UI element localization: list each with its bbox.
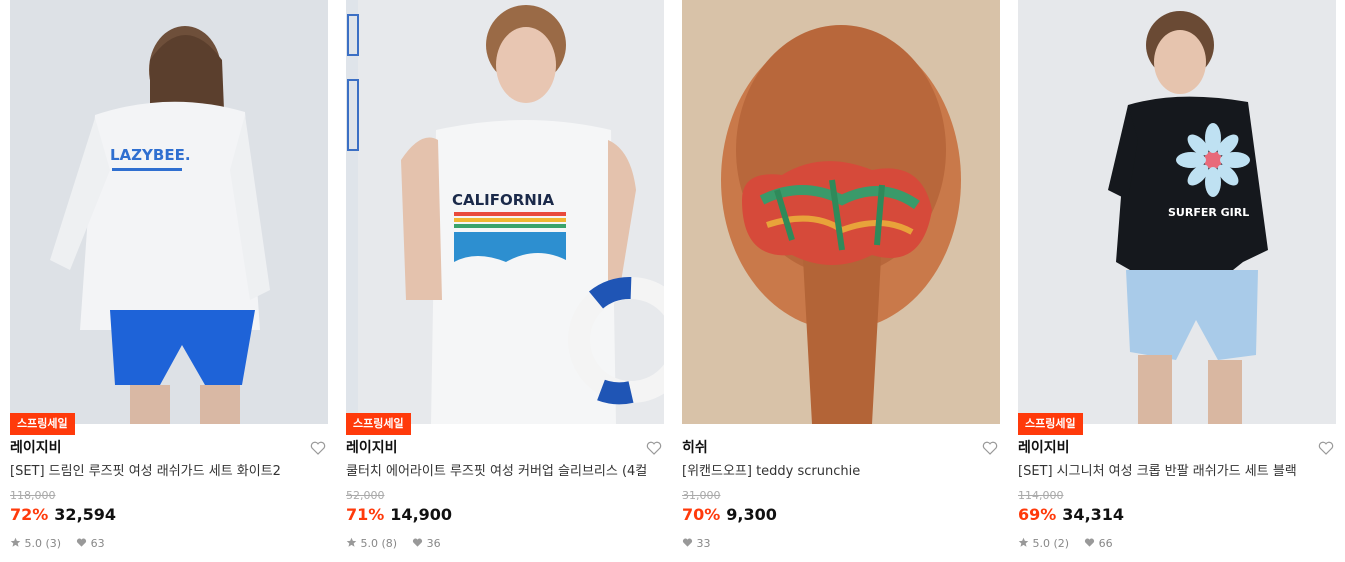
rating: 5.0 xyxy=(24,537,43,550)
product-meta: 5.0 (2) 66 xyxy=(1018,536,1113,552)
heart-icon[interactable] xyxy=(1318,440,1334,456)
price-row: 69% 34,314 xyxy=(1018,504,1124,526)
heart-icon[interactable] xyxy=(646,440,662,456)
product-grid: LAZYBEE. 스프링세일 레이지비 [SET] 드림인 루즈핏 여성 래쉬가… xyxy=(10,0,1336,562)
original-price: 31,000 xyxy=(682,489,721,502)
sale-price: 32,594 xyxy=(54,505,117,524)
product-name[interactable]: [SET] 드림인 루즈핏 여성 래쉬가드 세트 화이트2 xyxy=(10,462,310,482)
price-row: 70% 9,300 xyxy=(682,504,777,526)
product-name[interactable]: [위캔드오프] teddy scrunchie xyxy=(682,462,982,482)
product-card[interactable]: 히쉬 [위캔드오프] teddy scrunchie 31,000 70% 9,3… xyxy=(682,0,1000,562)
like-heart-icon xyxy=(413,538,423,547)
like-count: 66 xyxy=(1098,537,1113,550)
brand-name[interactable]: 레이지비 xyxy=(1018,438,1070,458)
heart-icon[interactable] xyxy=(982,440,998,456)
product-photo: LAZYBEE. xyxy=(10,0,328,424)
review-count: (2) xyxy=(1053,537,1070,550)
sale-badge: 스프링세일 xyxy=(10,413,75,435)
svg-text:SURFER GIRL: SURFER GIRL xyxy=(1168,206,1249,219)
product-image[interactable]: LAZYBEE. xyxy=(10,0,328,424)
product-meta: 33 xyxy=(682,536,711,552)
like-heart-icon xyxy=(1085,538,1095,547)
product-meta: 5.0 (8) 36 xyxy=(346,536,441,552)
product-meta: 5.0 (3) 63 xyxy=(10,536,105,552)
original-price: 114,000 xyxy=(1018,489,1064,502)
svg-text:CALIFORNIA: CALIFORNIA xyxy=(452,191,554,209)
product-image[interactable]: SURFER GIRL xyxy=(1018,0,1336,424)
like-count: 33 xyxy=(696,537,711,550)
star-icon xyxy=(10,537,21,547)
heart-icon[interactable] xyxy=(310,440,326,456)
discount-rate: 70% xyxy=(682,505,721,524)
product-photo: CALIFORNIA xyxy=(346,0,664,424)
price-row: 71% 14,900 xyxy=(346,504,452,526)
product-name[interactable]: 쿨터치 에어라이트 루즈핏 여성 커버업 슬리브리스 (4컬러) xyxy=(346,462,646,482)
like-count: 36 xyxy=(426,537,441,550)
product-name[interactable]: [SET] 시그니처 여성 크롭 반팔 래쉬가드 세트 블랙 xyxy=(1018,462,1318,482)
rating: 5.0 xyxy=(1032,537,1051,550)
product-image[interactable]: CALIFORNIA xyxy=(346,0,664,424)
sale-price: 14,900 xyxy=(390,505,453,524)
star-icon xyxy=(1018,537,1029,547)
brand-name[interactable]: 레이지비 xyxy=(10,438,62,458)
sale-price: 34,314 xyxy=(1062,505,1125,524)
product-card[interactable]: SURFER GIRL 스프링세일 레이지비 [SET] 시그니처 여성 크롭 … xyxy=(1018,0,1336,562)
sale-badge: 스프링세일 xyxy=(1018,413,1083,435)
original-price: 118,000 xyxy=(10,489,56,502)
product-image[interactable] xyxy=(682,0,1000,424)
product-card[interactable]: CALIFORNIA 스프링세일 레이지비 쿨터치 에어라이트 루즈핏 여성 커… xyxy=(346,0,664,562)
review-count: (8) xyxy=(381,537,398,550)
sale-badge: 스프링세일 xyxy=(346,413,411,435)
product-photo: SURFER GIRL xyxy=(1018,0,1336,424)
like-heart-icon xyxy=(682,538,693,547)
brand-name[interactable]: 레이지비 xyxy=(346,438,398,458)
svg-text:LAZYBEE.: LAZYBEE. xyxy=(110,146,191,164)
rating: 5.0 xyxy=(360,537,379,550)
price-row: 72% 32,594 xyxy=(10,504,116,526)
product-card[interactable]: LAZYBEE. 스프링세일 레이지비 [SET] 드림인 루즈핏 여성 래쉬가… xyxy=(10,0,328,562)
star-icon xyxy=(346,537,357,547)
like-count: 63 xyxy=(90,537,105,550)
brand-name[interactable]: 히쉬 xyxy=(682,438,708,458)
like-heart-icon xyxy=(77,538,87,547)
review-count: (3) xyxy=(45,537,62,550)
sale-price: 9,300 xyxy=(726,505,777,524)
discount-rate: 71% xyxy=(346,505,385,524)
discount-rate: 69% xyxy=(1018,505,1057,524)
discount-rate: 72% xyxy=(10,505,49,524)
product-photo xyxy=(682,0,1000,424)
original-price: 52,000 xyxy=(346,489,385,502)
